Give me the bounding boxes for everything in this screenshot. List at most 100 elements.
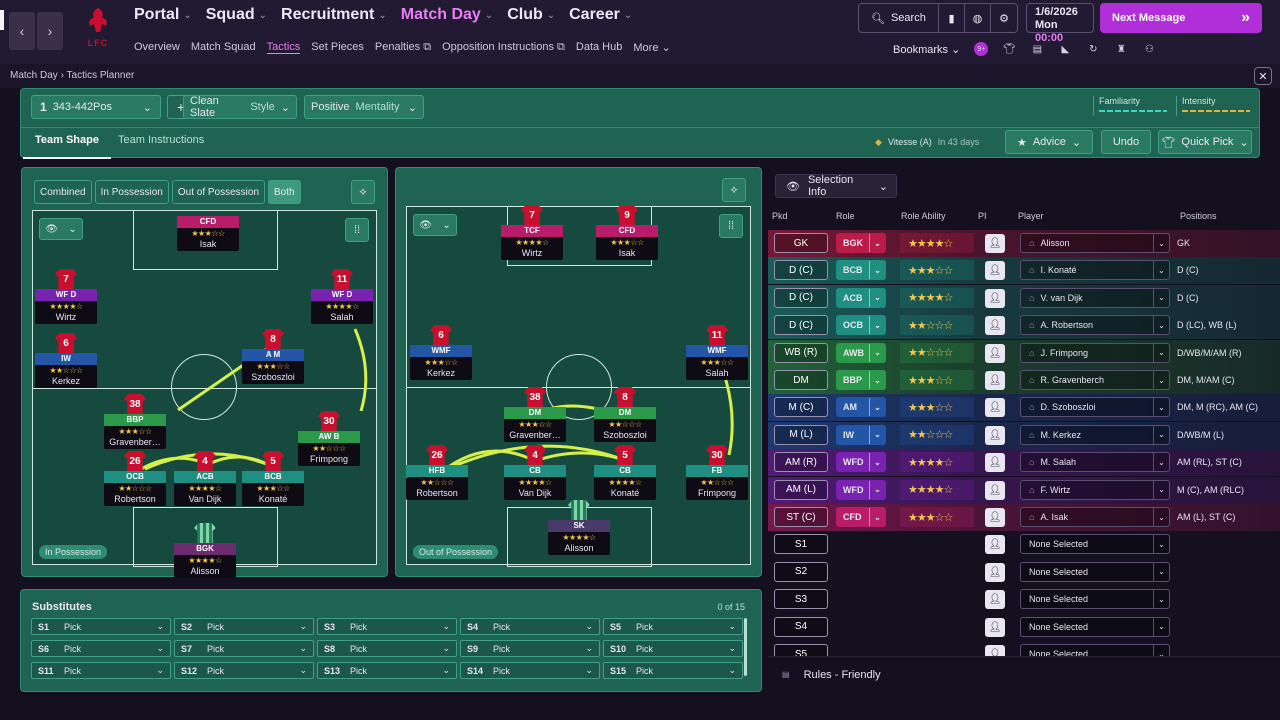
substitute-slot-dropdown[interactable]: S4 Pick ⌄ <box>460 618 600 635</box>
arrange-icon[interactable]: ⁞⁞ <box>345 218 369 242</box>
player-token[interactable]: 30 FB ★★☆☆☆ Frimpong <box>686 445 748 500</box>
role-dropdown[interactable]: BBP ⌄ <box>836 370 886 390</box>
player-token[interactable]: 8 A M ★★★☆☆ Szoboszloi <box>242 329 304 384</box>
shirt-icon[interactable]: 👕︎ <box>1002 42 1016 56</box>
quick-pick-button[interactable]: 👕︎ Quick Pick ⌄ <box>1158 130 1252 154</box>
player-instructions-icon[interactable]: 👤︎ <box>985 645 1005 656</box>
player-token[interactable]: 8 DM ★★☆☆☆ Szoboszloi <box>594 387 656 442</box>
nav-club[interactable]: Club ⌄ <box>507 6 555 24</box>
player-instructions-icon[interactable]: 👤︎ <box>985 480 1005 500</box>
selection-info-dropdown[interactable]: 👁︎ Selection Info ⌄ <box>775 174 897 198</box>
role-dropdown[interactable]: ACB ⌄ <box>836 287 886 308</box>
position-button[interactable]: AM (R) <box>774 452 828 473</box>
player-dropdown[interactable]: ⌂ J. Frimpong ⌄ <box>1020 342 1170 363</box>
player-token[interactable]: BGK ★★★★☆ Alisson <box>174 523 236 578</box>
substitute-slot-dropdown[interactable]: S13 Pick ⌄ <box>317 662 457 679</box>
player-instructions-icon[interactable]: 👤︎ <box>985 288 1005 308</box>
formation-dropdown[interactable]: 1 343-442Pos ⌄ <box>31 95 161 119</box>
search-button[interactable]: 🔍︎ Search <box>859 4 939 32</box>
subnav-penalties[interactable]: Penalties ⧉ <box>375 41 431 54</box>
substitute-slot-dropdown[interactable]: S14 Pick ⌄ <box>460 662 600 679</box>
player-token[interactable]: 11 WF D ★★★★☆ Salah <box>311 269 373 324</box>
player-instructions-icon[interactable]: 👤︎ <box>985 343 1005 363</box>
advice-button[interactable]: ★ Advice ⌄ <box>1005 130 1093 154</box>
subnav-overview[interactable]: Overview <box>134 41 180 54</box>
player-dropdown[interactable]: ⌂ R. Gravenberch ⌄ <box>1020 370 1170 390</box>
role-dropdown[interactable]: AWB ⌄ <box>836 342 886 363</box>
player-token[interactable]: 6 IW ★★☆☆☆ Kerkez <box>35 333 97 388</box>
position-button[interactable]: S1 <box>774 534 828 555</box>
player-token[interactable]: 11 WMF ★★★☆☆ Salah <box>686 325 748 380</box>
player-dropdown[interactable]: ⌂ A. Robertson ⌄ <box>1020 315 1170 336</box>
player-dropdown[interactable]: None Selected ⌄ <box>1020 589 1170 610</box>
bookmarks-dropdown[interactable]: Bookmarks ⌄ <box>893 43 960 56</box>
role-dropdown[interactable]: BGK ⌄ <box>836 233 886 253</box>
player-dropdown[interactable]: ⌂ V. van Dijk ⌄ <box>1020 287 1170 308</box>
document-icon[interactable]: ▤ <box>1030 42 1044 56</box>
substitute-slot-dropdown[interactable]: S1 Pick ⌄ <box>31 618 171 635</box>
substitute-slot-dropdown[interactable]: S3 Pick ⌄ <box>317 618 457 635</box>
next-message-button[interactable]: Next Message » <box>1100 3 1262 33</box>
next-match-info[interactable]: ◆ Vitesse (A) In 43 days <box>875 132 1015 152</box>
toggle-both[interactable]: Both <box>268 180 301 204</box>
substitute-slot-dropdown[interactable]: S12 Pick ⌄ <box>174 662 314 679</box>
boot-icon[interactable]: ◣ <box>1058 42 1072 56</box>
nav-recruitment[interactable]: Recruitment ⌄ <box>281 6 387 24</box>
player-instructions-icon[interactable]: 👤︎ <box>985 261 1005 281</box>
position-button[interactable]: ST (C) <box>774 507 828 527</box>
position-button[interactable]: S2 <box>774 561 828 582</box>
substitute-slot-dropdown[interactable]: S15 Pick ⌄ <box>603 662 743 679</box>
subnav-data-hub[interactable]: Data Hub <box>576 41 622 54</box>
familiarity-meter[interactable]: Familiarity <box>1093 96 1167 116</box>
people-icon[interactable]: ⚇ <box>1142 42 1156 56</box>
position-button[interactable]: M (C) <box>774 397 828 418</box>
arrange-icon[interactable]: ⁞⁞ <box>719 214 743 238</box>
nav-match-day[interactable]: Match Day ⌄ <box>401 6 493 24</box>
tab-team-shape[interactable]: Team Shape <box>23 134 111 159</box>
undo-button[interactable]: Undo <box>1101 130 1151 154</box>
substitute-slot-dropdown[interactable]: S2 Pick ⌄ <box>174 618 314 635</box>
player-token[interactable]: 26 OCB ★★☆☆☆ Robertson <box>104 451 166 506</box>
intensity-meter[interactable]: Intensity <box>1176 96 1250 116</box>
toggle-in-possession[interactable]: In Possession <box>94 180 169 204</box>
player-dropdown[interactable]: ⌂ A. Isak ⌄ <box>1020 507 1170 527</box>
nav-portal[interactable]: Portal ⌄ <box>134 6 192 24</box>
club-logo[interactable]: LFC <box>78 6 118 58</box>
substitutes-scrollbar[interactable] <box>744 618 747 676</box>
player-dropdown[interactable]: None Selected ⌄ <box>1020 534 1170 555</box>
refresh-icon[interactable]: ↻ <box>1086 42 1100 56</box>
substitute-slot-dropdown[interactable]: S9 Pick ⌄ <box>460 640 600 657</box>
trophy-icon[interactable]: ♜ <box>1114 42 1128 56</box>
player-token[interactable]: 30 AW B ★★☆☆☆ Frimpong <box>298 411 360 466</box>
position-button[interactable]: S5 <box>774 644 828 656</box>
player-instructions-icon[interactable]: 👤︎ <box>985 535 1005 555</box>
match-rules[interactable]: ▤ Rules - Friendly <box>768 656 1280 692</box>
player-token[interactable]: CFD ★★★☆☆ Isak <box>177 216 239 251</box>
player-token[interactable]: 5 BCB ★★★☆☆ Konaté <box>242 451 304 506</box>
player-token[interactable]: 38 DM ★★★☆☆ Gravenber… <box>504 387 566 442</box>
back-button[interactable]: ‹ <box>9 12 35 50</box>
date-time[interactable]: 1/6/2026 Mon 00:00 <box>1026 3 1094 44</box>
player-instructions-icon[interactable]: 👤︎ <box>985 617 1005 637</box>
player-dropdown[interactable]: ⌂ M. Kerkez ⌄ <box>1020 424 1170 445</box>
position-button[interactable]: S3 <box>774 589 828 610</box>
subnav-set-pieces[interactable]: Set Pieces <box>311 41 364 54</box>
toggle-out-of-possession[interactable]: Out of Possession <box>171 180 266 204</box>
nav-squad[interactable]: Squad ⌄ <box>206 6 267 24</box>
player-dropdown[interactable]: None Selected ⌄ <box>1020 561 1170 582</box>
player-instructions-icon[interactable]: 👤︎ <box>985 316 1005 336</box>
player-token[interactable]: 7 TCF ★★★★☆ Wirtz <box>501 205 563 260</box>
player-instructions-icon[interactable]: 👤︎ <box>985 562 1005 582</box>
position-button[interactable]: DM <box>774 370 828 390</box>
mentality-dropdown[interactable]: Positive Mentality ⌄ <box>304 95 424 119</box>
player-dropdown[interactable]: ⌂ M. Salah ⌄ <box>1020 452 1170 473</box>
tab-team-instructions[interactable]: Team Instructions <box>118 134 204 146</box>
visibility-dropdown[interactable]: 👁︎ ⌄ <box>413 214 457 236</box>
substitute-slot-dropdown[interactable]: S5 Pick ⌄ <box>603 618 743 635</box>
position-button[interactable]: GK <box>774 233 828 253</box>
subnav-tactics[interactable]: Tactics <box>266 41 301 54</box>
player-instructions-icon[interactable]: 👤︎ <box>985 590 1005 610</box>
visibility-dropdown[interactable]: 👁︎ ⌄ <box>39 218 83 240</box>
player-token[interactable]: 4 CB ★★★★☆ Van Dijk <box>504 445 566 500</box>
position-button[interactable]: D (C) <box>774 287 828 308</box>
